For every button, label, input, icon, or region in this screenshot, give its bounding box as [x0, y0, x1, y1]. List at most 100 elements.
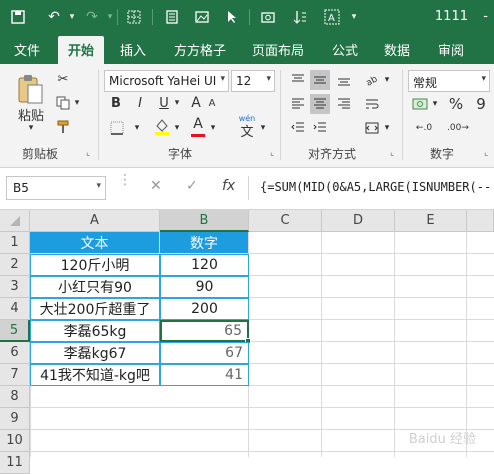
- row-header[interactable]: 3: [0, 276, 30, 298]
- copy-dropdown-icon[interactable]: ▾: [72, 94, 82, 112]
- insert-function-button[interactable]: fx: [222, 178, 235, 194]
- increase-decimal-icon[interactable]: ←.0: [410, 118, 438, 138]
- format-painter-icon[interactable]: [54, 118, 72, 136]
- cell-a3[interactable]: 小红只有90: [30, 276, 160, 298]
- tab-formulas[interactable]: 公式: [332, 40, 358, 59]
- row-header[interactable]: 11: [0, 452, 30, 474]
- orientation-dropdown-icon[interactable]: ▾: [382, 70, 392, 90]
- sort-icon[interactable]: [290, 7, 310, 27]
- cursor-icon[interactable]: [222, 7, 242, 27]
- save-icon[interactable]: [8, 7, 28, 27]
- borders-icon[interactable]: [106, 118, 128, 138]
- row-header[interactable]: 8: [0, 386, 30, 408]
- paste-dropdown-icon[interactable]: ▾: [24, 122, 38, 134]
- enter-icon[interactable]: ✓: [186, 178, 198, 194]
- cell-b1[interactable]: 数字: [160, 232, 249, 254]
- underline-dropdown-icon[interactable]: ▾: [172, 94, 182, 112]
- align-right-icon[interactable]: [334, 94, 354, 114]
- cell-b4[interactable]: 200: [160, 298, 249, 320]
- italic-button[interactable]: I: [132, 94, 148, 112]
- align-center-icon[interactable]: [310, 94, 330, 114]
- cell-a2[interactable]: 120斤小明: [30, 254, 160, 276]
- formula-input[interactable]: {=SUM(MID(0&A5,LARGE(ISNUMBER(--: [256, 176, 494, 200]
- font-color-button[interactable]: A: [190, 114, 206, 134]
- clipboard-launcher-icon[interactable]: ⌞: [86, 148, 90, 158]
- column-header-partial[interactable]: [467, 210, 494, 232]
- decrease-decimal-icon[interactable]: .00→: [444, 118, 472, 138]
- row-header[interactable]: 1: [0, 232, 30, 254]
- wrap-text-icon[interactable]: [362, 94, 382, 114]
- alignment-launcher-icon[interactable]: ⌞: [390, 148, 394, 158]
- fill-color-dropdown-icon[interactable]: ▾: [172, 118, 182, 138]
- phonetic-dropdown-icon[interactable]: ▾: [258, 118, 268, 138]
- align-middle-icon[interactable]: [310, 70, 330, 90]
- bold-button[interactable]: B: [108, 94, 124, 112]
- font-color-dropdown-icon[interactable]: ▾: [208, 118, 218, 138]
- cell-a6[interactable]: 李磊kg67: [30, 342, 160, 364]
- column-header-b[interactable]: B: [160, 210, 249, 232]
- column-header-c[interactable]: C: [249, 210, 322, 232]
- customize-toolbar-icon[interactable]: ▾: [344, 7, 364, 27]
- tab-review[interactable]: 审阅: [438, 40, 464, 59]
- merge-dropdown-icon[interactable]: ▾: [382, 118, 392, 138]
- increase-font-button[interactable]: A: [188, 94, 204, 112]
- tab-page-layout[interactable]: 页面布局: [252, 40, 304, 59]
- row-header[interactable]: 6: [0, 342, 30, 364]
- font-launcher-icon[interactable]: ⌞: [270, 148, 274, 158]
- column-header-e[interactable]: E: [395, 210, 467, 232]
- column-header-a[interactable]: A: [30, 210, 160, 232]
- fill-color-icon[interactable]: [152, 116, 172, 138]
- number-format-select[interactable]: 常规 ▾: [408, 70, 490, 92]
- decrease-font-button[interactable]: A: [204, 94, 220, 112]
- merge-center-icon[interactable]: [362, 118, 382, 138]
- cell-a1[interactable]: 文本: [30, 232, 160, 254]
- row-header[interactable]: 4: [0, 298, 30, 320]
- screenshot-icon[interactable]: [258, 7, 278, 27]
- cell-a4[interactable]: 大壮200斤超重了: [30, 298, 160, 320]
- cancel-icon[interactable]: ✕: [150, 178, 162, 194]
- tab-insert[interactable]: 插入: [120, 40, 146, 59]
- row-header[interactable]: 9: [0, 408, 30, 430]
- tab-home[interactable]: 开始: [58, 36, 105, 64]
- redo-icon[interactable]: ↷: [82, 7, 102, 27]
- paste-icon[interactable]: [14, 72, 46, 106]
- align-top-icon[interactable]: [288, 70, 308, 90]
- underline-button[interactable]: U: [156, 94, 172, 112]
- borders-icon[interactable]: [124, 7, 144, 27]
- form-icon[interactable]: [162, 7, 182, 27]
- number-launcher-icon[interactable]: ⌞: [484, 148, 488, 158]
- increase-indent-icon[interactable]: [310, 118, 330, 138]
- select-all-button[interactable]: [0, 210, 30, 232]
- row-header[interactable]: 2: [0, 254, 30, 276]
- name-box[interactable]: B5 ▾: [6, 176, 106, 200]
- cell-b7[interactable]: 41: [160, 364, 249, 386]
- undo-dropdown-icon[interactable]: ▾: [62, 7, 82, 27]
- cell-a7[interactable]: 41我不知道-kg吧: [30, 364, 160, 386]
- tab-fangfang[interactable]: 方方格子: [174, 40, 226, 59]
- cut-icon[interactable]: ✂: [54, 70, 72, 88]
- currency-dropdown-icon[interactable]: ▾: [430, 94, 440, 114]
- currency-icon[interactable]: [410, 94, 430, 114]
- align-bottom-icon[interactable]: [334, 70, 354, 90]
- phonetic-guide-button[interactable]: 文: [236, 122, 258, 140]
- comma-style-button[interactable]: 9: [472, 94, 490, 114]
- tab-file[interactable]: 文件: [14, 40, 40, 59]
- cell-b5-selected[interactable]: 65: [160, 320, 249, 342]
- image-icon[interactable]: [192, 7, 212, 27]
- percent-button[interactable]: %: [446, 94, 466, 114]
- row-header[interactable]: 7: [0, 364, 30, 386]
- font-name-select[interactable]: Microsoft YaHei UI ▾: [104, 70, 229, 92]
- borders-dropdown-icon[interactable]: ▾: [132, 118, 142, 138]
- copy-icon[interactable]: [54, 94, 72, 112]
- row-header[interactable]: 5: [0, 320, 30, 342]
- undo-icon[interactable]: ↶: [44, 7, 64, 27]
- cell-b2[interactable]: 120: [160, 254, 249, 276]
- cell-b3[interactable]: 90: [160, 276, 249, 298]
- font-size-select[interactable]: 12 ▾: [231, 70, 275, 92]
- paste-button[interactable]: 粘贴: [14, 106, 48, 124]
- worksheet-grid[interactable]: A B C D E 1 2 3 4 5 6 7 8 9 10 11 文本 数字 …: [0, 210, 494, 474]
- row-header[interactable]: 10: [0, 430, 30, 452]
- decrease-indent-icon[interactable]: [288, 118, 308, 138]
- column-header-d[interactable]: D: [322, 210, 395, 232]
- text-icon[interactable]: A: [322, 7, 342, 27]
